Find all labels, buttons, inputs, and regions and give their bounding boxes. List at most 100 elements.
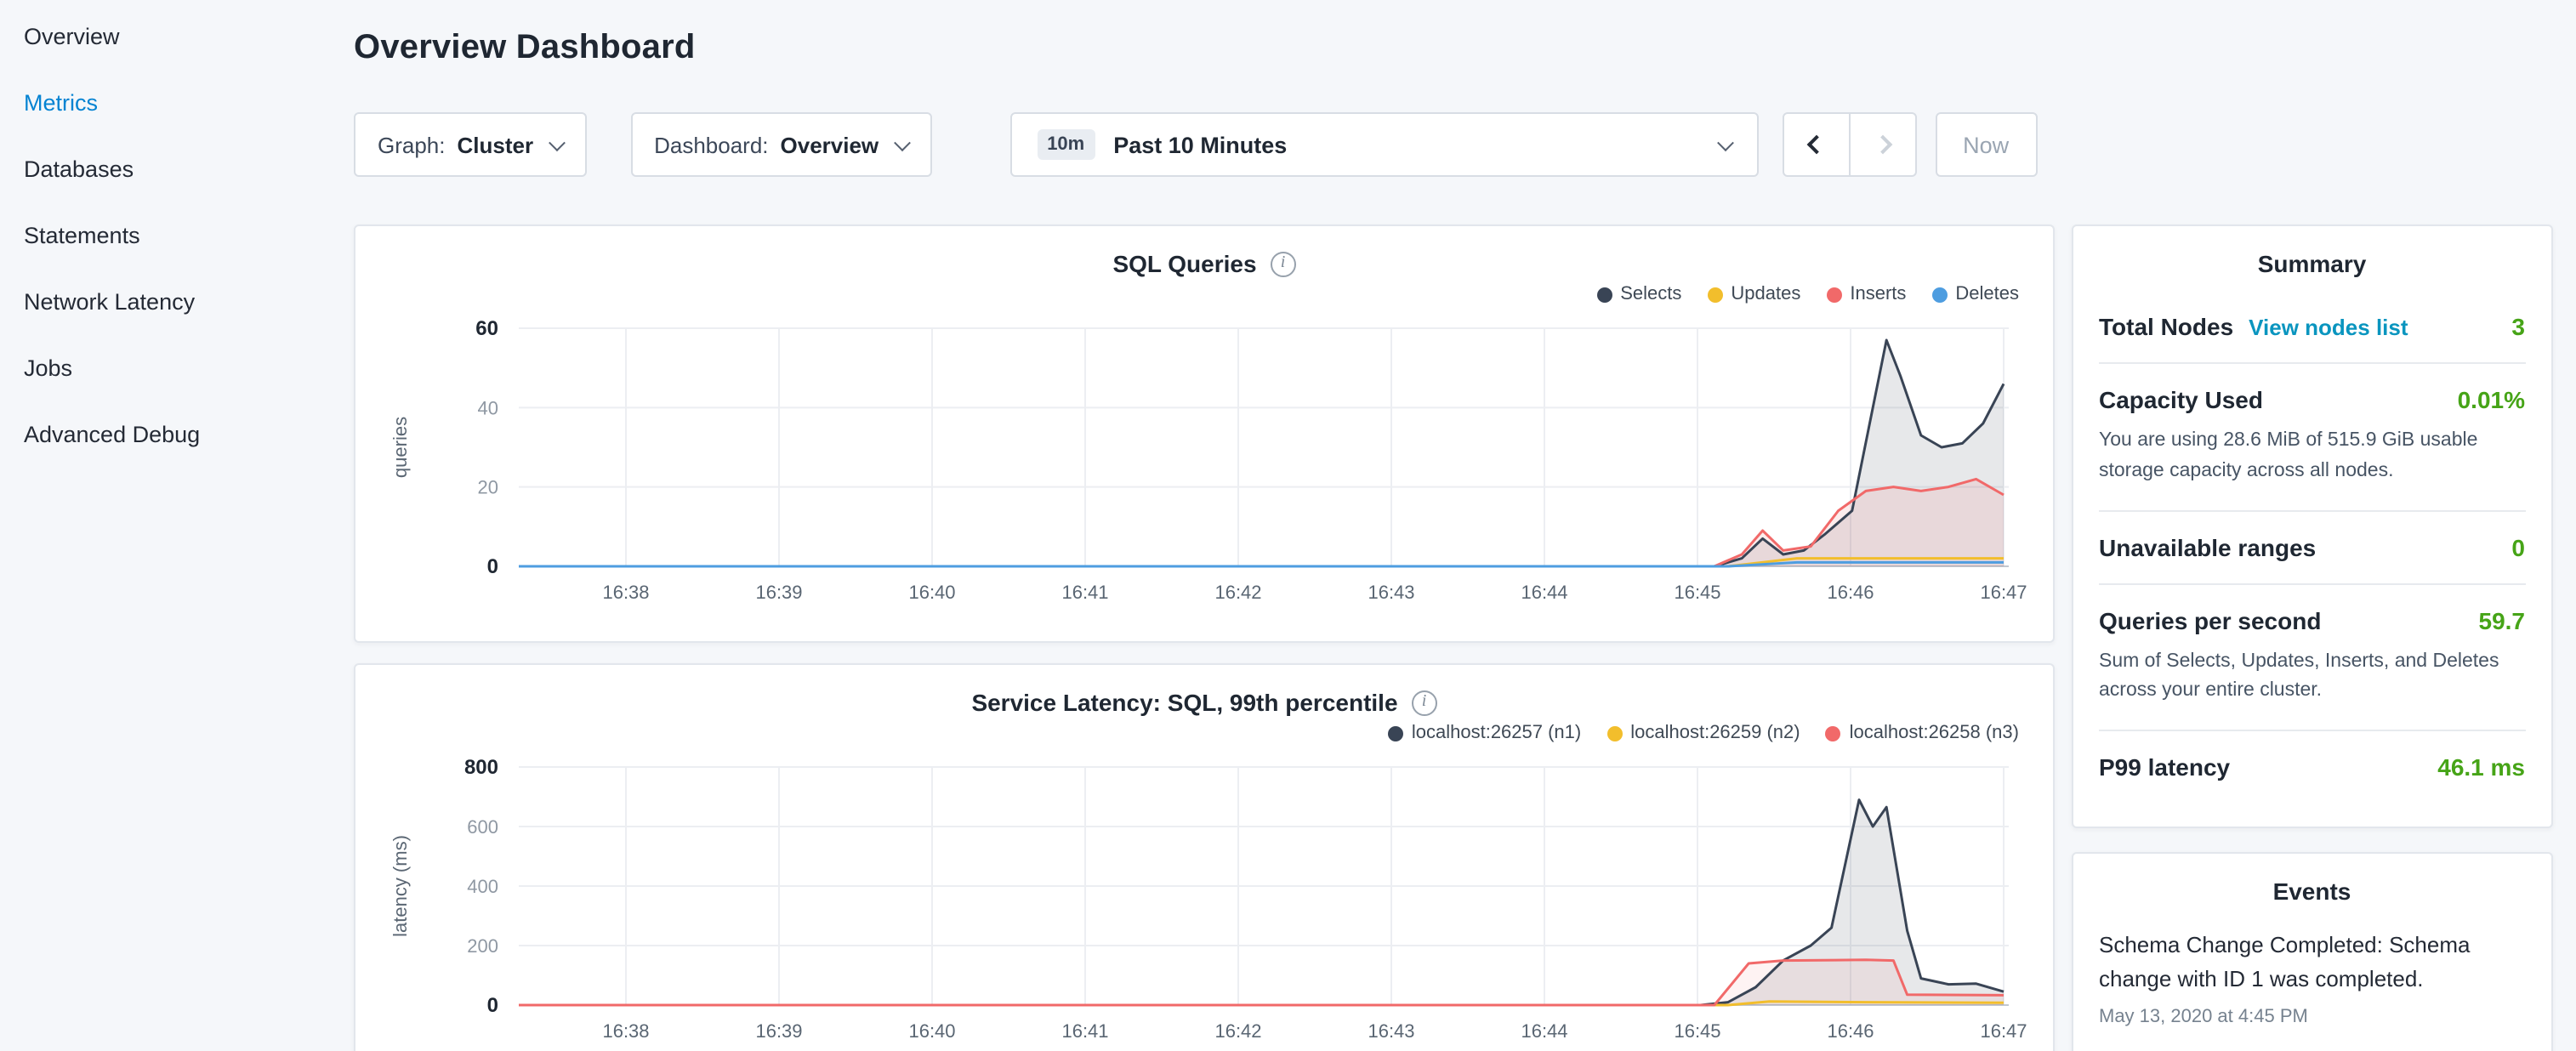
- legend-label: Deletes: [1955, 284, 2019, 304]
- summary-stat-value: 0: [2511, 533, 2525, 560]
- summary-stat-value: 46.1 ms: [2437, 754, 2525, 781]
- legend-item[interactable]: localhost:26259 (n2): [1606, 723, 1800, 743]
- legend-item[interactable]: Updates: [1707, 284, 1800, 304]
- svg-text:16:47: 16:47: [1980, 1020, 2027, 1042]
- svg-text:16:43: 16:43: [1368, 582, 1414, 603]
- svg-text:16:44: 16:44: [1521, 1020, 1567, 1042]
- dashboard-dropdown[interactable]: Dashboard: Overview: [630, 112, 931, 177]
- svg-text:16:38: 16:38: [602, 1020, 649, 1042]
- svg-text:20: 20: [478, 477, 498, 498]
- summary-title: Summary: [2099, 250, 2525, 291]
- svg-text:40: 40: [478, 397, 498, 418]
- svg-text:0: 0: [487, 994, 498, 1017]
- summary-stat-label: Total Nodes: [2099, 313, 2233, 340]
- left-sidebar: OverviewMetricsDatabasesStatementsNetwor…: [0, 0, 330, 1051]
- sidebar-item-metrics[interactable]: Metrics: [24, 70, 330, 136]
- svg-text:16:43: 16:43: [1368, 1020, 1414, 1042]
- svg-text:16:42: 16:42: [1214, 1020, 1261, 1042]
- service-latency-chart[interactable]: 16:3816:3916:4016:4116:4216:4316:4416:45…: [379, 750, 2029, 1051]
- summary-rows: Total Nodes View nodes list 3 Capacity Used…: [2099, 291, 2525, 804]
- sidebar-item-advanced-debug[interactable]: Advanced Debug: [24, 401, 330, 468]
- sidebar-item-overview[interactable]: Overview: [24, 3, 330, 70]
- sql-queries-chart[interactable]: 16:3816:3916:4016:4116:4216:4316:4416:45…: [379, 311, 2029, 614]
- svg-text:16:47: 16:47: [1980, 582, 2027, 603]
- summary-stat-description: Sum of Selects, Updates, Inserts, and De…: [2099, 647, 2525, 707]
- summary-stat-description: You are using 28.6 MiB of 515.9 GiB usab…: [2099, 427, 2525, 487]
- legend-item[interactable]: Deletes: [1931, 284, 2019, 304]
- svg-text:16:41: 16:41: [1061, 582, 1108, 603]
- legend-label: localhost:26259 (n2): [1630, 723, 1800, 743]
- summary-row: Unavailable ranges0: [2099, 509, 2525, 582]
- legend-label: localhost:26258 (n3): [1850, 723, 2019, 743]
- summary-stat-label: P99 latency: [2099, 754, 2230, 781]
- svg-text:16:46: 16:46: [1827, 1020, 1874, 1042]
- svg-text:60: 60: [475, 317, 498, 340]
- sidebar-item-jobs[interactable]: Jobs: [24, 335, 330, 401]
- sidebar-item-statements[interactable]: Statements: [24, 202, 330, 269]
- legend-dot-icon: [1931, 287, 1947, 302]
- time-pager: [1782, 112, 1916, 177]
- legend-dot-icon: [1826, 287, 1841, 302]
- legend-dot-icon: [1826, 725, 1841, 741]
- legend-label: Updates: [1731, 284, 1800, 304]
- svg-text:16:40: 16:40: [908, 582, 955, 603]
- chevron-right-icon: [1873, 135, 1892, 155]
- legend-item[interactable]: localhost:26257 (n1): [1388, 723, 1581, 743]
- summary-stat-value: 3: [2511, 313, 2525, 340]
- graph-dropdown-label: Graph:: [378, 132, 446, 157]
- svg-text:800: 800: [464, 756, 498, 779]
- service-latency-chart-panel: Service Latency: SQL, 99th percentile i …: [354, 663, 2055, 1051]
- legend-item[interactable]: Selects: [1596, 284, 1681, 304]
- svg-text:16:44: 16:44: [1521, 582, 1567, 603]
- chart-title: SQL Queries: [1112, 250, 1256, 277]
- summary-stat-value: 0.01%: [2458, 386, 2525, 413]
- summary-stat-value: 59.7: [2479, 606, 2526, 633]
- svg-text:0: 0: [487, 555, 498, 578]
- events-list: Schema Change Completed: Schema change w…: [2099, 919, 2525, 1027]
- graph-scope-dropdown[interactable]: Graph: Cluster: [354, 112, 586, 177]
- dashboard-content: SQL Queries i Selects Updates Inserts Delet…: [354, 224, 2552, 1051]
- info-icon[interactable]: i: [1412, 690, 1437, 715]
- view-nodes-list-link[interactable]: View nodes list: [2249, 315, 2408, 340]
- chart-legend: localhost:26257 (n1) localhost:26259 (n2)…: [379, 719, 2029, 747]
- svg-text:16:46: 16:46: [1827, 582, 1874, 603]
- svg-text:16:38: 16:38: [602, 582, 649, 603]
- time-back-button[interactable]: [1782, 112, 1850, 177]
- summary-row: P99 latency 46.1 ms: [2099, 730, 2525, 804]
- dashboard-dropdown-label: Dashboard:: [654, 132, 768, 157]
- now-button[interactable]: Now: [1935, 112, 2037, 177]
- svg-text:16:45: 16:45: [1674, 1020, 1720, 1042]
- summary-row: Capacity Used0.01%You are using 28.6 MiB…: [2099, 362, 2525, 509]
- events-panel: Events Schema Change Completed: Schema c…: [2072, 853, 2552, 1051]
- svg-text:16:40: 16:40: [908, 1020, 955, 1042]
- event-item: Schema Change Completed: Schema change w…: [2099, 919, 2525, 1027]
- sidebar-item-network-latency[interactable]: Network Latency: [24, 269, 330, 335]
- legend-item[interactable]: localhost:26258 (n3): [1826, 723, 2019, 743]
- time-range-selector[interactable]: 10m Past 10 Minutes: [1009, 112, 1758, 177]
- svg-text:16:45: 16:45: [1674, 582, 1720, 603]
- page-title: Overview Dashboard: [354, 29, 2552, 68]
- sql-queries-chart-panel: SQL Queries i Selects Updates Inserts Delet…: [354, 224, 2055, 643]
- chart-legend: Selects Updates Inserts Deletes: [379, 281, 2029, 308]
- time-range-badge: 10m: [1037, 129, 1095, 160]
- info-icon[interactable]: i: [1271, 251, 1296, 276]
- legend-dot-icon: [1707, 287, 1722, 302]
- chevron-left-icon: [1806, 135, 1826, 155]
- legend-item[interactable]: Inserts: [1826, 284, 1906, 304]
- legend-dot-icon: [1606, 725, 1622, 741]
- svg-text:200: 200: [467, 935, 498, 957]
- graph-dropdown-value: Cluster: [458, 132, 534, 157]
- sidebar-item-databases[interactable]: Databases: [24, 136, 330, 202]
- time-forward-button[interactable]: [1848, 112, 1916, 177]
- summary-panel: Summary Total Nodes View nodes list 3 Capac…: [2072, 224, 2552, 829]
- chevron-down-icon: [893, 134, 910, 151]
- controls-bar: Graph: Cluster Dashboard: Overview 10m P…: [354, 112, 2552, 177]
- legend-label: Selects: [1620, 284, 1681, 304]
- chart-title: Service Latency: SQL, 99th percentile: [971, 689, 1397, 716]
- event-timestamp: May 13, 2020 at 4:45 PM: [2099, 1006, 2525, 1026]
- summary-row: Total Nodes View nodes list 3: [2099, 291, 2525, 362]
- dashboard-dropdown-value: Overview: [781, 132, 879, 157]
- events-title: Events: [2099, 878, 2525, 919]
- svg-text:16:42: 16:42: [1214, 582, 1261, 603]
- svg-text:600: 600: [467, 816, 498, 838]
